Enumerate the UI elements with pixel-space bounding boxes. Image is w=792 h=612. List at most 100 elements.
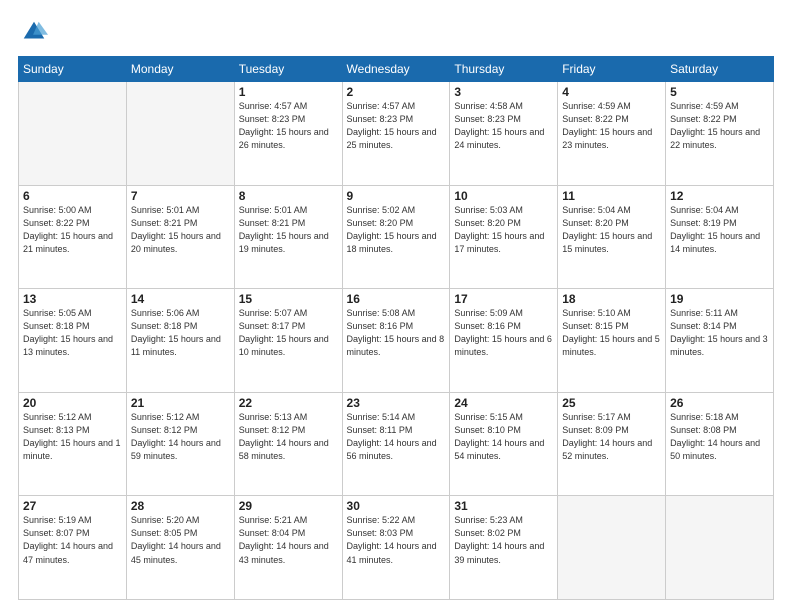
day-info: Sunrise: 5:04 AM Sunset: 8:20 PM Dayligh… [562, 204, 661, 256]
weekday-header: Thursday [450, 57, 558, 82]
calendar-day-cell: 2Sunrise: 4:57 AM Sunset: 8:23 PM Daylig… [342, 82, 450, 186]
day-number: 1 [239, 85, 338, 99]
day-info: Sunrise: 5:05 AM Sunset: 8:18 PM Dayligh… [23, 307, 122, 359]
calendar-day-cell: 9Sunrise: 5:02 AM Sunset: 8:20 PM Daylig… [342, 185, 450, 289]
day-number: 5 [670, 85, 769, 99]
weekday-header: Tuesday [234, 57, 342, 82]
calendar-day-cell: 25Sunrise: 5:17 AM Sunset: 8:09 PM Dayli… [558, 392, 666, 496]
day-info: Sunrise: 5:04 AM Sunset: 8:19 PM Dayligh… [670, 204, 769, 256]
day-info: Sunrise: 4:57 AM Sunset: 8:23 PM Dayligh… [347, 100, 446, 152]
day-number: 25 [562, 396, 661, 410]
day-number: 3 [454, 85, 553, 99]
day-number: 12 [670, 189, 769, 203]
day-info: Sunrise: 5:12 AM Sunset: 8:12 PM Dayligh… [131, 411, 230, 463]
calendar-day-cell: 6Sunrise: 5:00 AM Sunset: 8:22 PM Daylig… [19, 185, 127, 289]
day-number: 18 [562, 292, 661, 306]
day-number: 28 [131, 499, 230, 513]
calendar-day-cell: 15Sunrise: 5:07 AM Sunset: 8:17 PM Dayli… [234, 289, 342, 393]
calendar-day-cell: 20Sunrise: 5:12 AM Sunset: 8:13 PM Dayli… [19, 392, 127, 496]
calendar-day-cell: 23Sunrise: 5:14 AM Sunset: 8:11 PM Dayli… [342, 392, 450, 496]
day-number: 15 [239, 292, 338, 306]
calendar-day-cell [558, 496, 666, 600]
day-info: Sunrise: 5:17 AM Sunset: 8:09 PM Dayligh… [562, 411, 661, 463]
calendar-day-cell: 5Sunrise: 4:59 AM Sunset: 8:22 PM Daylig… [666, 82, 774, 186]
day-info: Sunrise: 5:21 AM Sunset: 8:04 PM Dayligh… [239, 514, 338, 566]
weekday-header: Saturday [666, 57, 774, 82]
calendar-day-cell: 13Sunrise: 5:05 AM Sunset: 8:18 PM Dayli… [19, 289, 127, 393]
day-number: 4 [562, 85, 661, 99]
calendar-day-cell [666, 496, 774, 600]
calendar-table: SundayMondayTuesdayWednesdayThursdayFrid… [18, 56, 774, 600]
day-info: Sunrise: 5:10 AM Sunset: 8:15 PM Dayligh… [562, 307, 661, 359]
day-number: 14 [131, 292, 230, 306]
day-number: 6 [23, 189, 122, 203]
day-info: Sunrise: 5:18 AM Sunset: 8:08 PM Dayligh… [670, 411, 769, 463]
day-number: 20 [23, 396, 122, 410]
calendar-day-cell: 19Sunrise: 5:11 AM Sunset: 8:14 PM Dayli… [666, 289, 774, 393]
calendar-week-row: 27Sunrise: 5:19 AM Sunset: 8:07 PM Dayli… [19, 496, 774, 600]
day-info: Sunrise: 5:01 AM Sunset: 8:21 PM Dayligh… [239, 204, 338, 256]
day-info: Sunrise: 5:08 AM Sunset: 8:16 PM Dayligh… [347, 307, 446, 359]
day-info: Sunrise: 4:59 AM Sunset: 8:22 PM Dayligh… [670, 100, 769, 152]
day-info: Sunrise: 5:23 AM Sunset: 8:02 PM Dayligh… [454, 514, 553, 566]
day-number: 9 [347, 189, 446, 203]
day-info: Sunrise: 4:57 AM Sunset: 8:23 PM Dayligh… [239, 100, 338, 152]
calendar-day-cell: 22Sunrise: 5:13 AM Sunset: 8:12 PM Dayli… [234, 392, 342, 496]
day-number: 23 [347, 396, 446, 410]
calendar-day-cell: 26Sunrise: 5:18 AM Sunset: 8:08 PM Dayli… [666, 392, 774, 496]
day-number: 10 [454, 189, 553, 203]
calendar-day-cell: 3Sunrise: 4:58 AM Sunset: 8:23 PM Daylig… [450, 82, 558, 186]
day-info: Sunrise: 5:20 AM Sunset: 8:05 PM Dayligh… [131, 514, 230, 566]
weekday-header: Wednesday [342, 57, 450, 82]
day-number: 21 [131, 396, 230, 410]
day-info: Sunrise: 5:01 AM Sunset: 8:21 PM Dayligh… [131, 204, 230, 256]
day-info: Sunrise: 5:14 AM Sunset: 8:11 PM Dayligh… [347, 411, 446, 463]
calendar-day-cell: 11Sunrise: 5:04 AM Sunset: 8:20 PM Dayli… [558, 185, 666, 289]
day-info: Sunrise: 5:07 AM Sunset: 8:17 PM Dayligh… [239, 307, 338, 359]
calendar-day-cell: 17Sunrise: 5:09 AM Sunset: 8:16 PM Dayli… [450, 289, 558, 393]
header [18, 18, 774, 46]
day-number: 19 [670, 292, 769, 306]
calendar-week-row: 6Sunrise: 5:00 AM Sunset: 8:22 PM Daylig… [19, 185, 774, 289]
day-info: Sunrise: 5:22 AM Sunset: 8:03 PM Dayligh… [347, 514, 446, 566]
calendar-day-cell: 27Sunrise: 5:19 AM Sunset: 8:07 PM Dayli… [19, 496, 127, 600]
day-info: Sunrise: 5:03 AM Sunset: 8:20 PM Dayligh… [454, 204, 553, 256]
calendar-day-cell: 30Sunrise: 5:22 AM Sunset: 8:03 PM Dayli… [342, 496, 450, 600]
day-number: 26 [670, 396, 769, 410]
day-info: Sunrise: 5:06 AM Sunset: 8:18 PM Dayligh… [131, 307, 230, 359]
calendar-week-row: 20Sunrise: 5:12 AM Sunset: 8:13 PM Dayli… [19, 392, 774, 496]
weekday-header: Monday [126, 57, 234, 82]
calendar-week-row: 13Sunrise: 5:05 AM Sunset: 8:18 PM Dayli… [19, 289, 774, 393]
calendar-day-cell [126, 82, 234, 186]
calendar-day-cell: 7Sunrise: 5:01 AM Sunset: 8:21 PM Daylig… [126, 185, 234, 289]
calendar-day-cell: 16Sunrise: 5:08 AM Sunset: 8:16 PM Dayli… [342, 289, 450, 393]
day-info: Sunrise: 5:02 AM Sunset: 8:20 PM Dayligh… [347, 204, 446, 256]
logo-icon [20, 18, 48, 46]
calendar-day-cell: 31Sunrise: 5:23 AM Sunset: 8:02 PM Dayli… [450, 496, 558, 600]
day-info: Sunrise: 5:09 AM Sunset: 8:16 PM Dayligh… [454, 307, 553, 359]
day-info: Sunrise: 5:00 AM Sunset: 8:22 PM Dayligh… [23, 204, 122, 256]
calendar-day-cell: 14Sunrise: 5:06 AM Sunset: 8:18 PM Dayli… [126, 289, 234, 393]
calendar-day-cell: 10Sunrise: 5:03 AM Sunset: 8:20 PM Dayli… [450, 185, 558, 289]
calendar-day-cell: 4Sunrise: 4:59 AM Sunset: 8:22 PM Daylig… [558, 82, 666, 186]
day-number: 22 [239, 396, 338, 410]
calendar-day-cell: 8Sunrise: 5:01 AM Sunset: 8:21 PM Daylig… [234, 185, 342, 289]
page: SundayMondayTuesdayWednesdayThursdayFrid… [0, 0, 792, 612]
day-number: 13 [23, 292, 122, 306]
calendar-day-cell: 12Sunrise: 5:04 AM Sunset: 8:19 PM Dayli… [666, 185, 774, 289]
calendar-week-row: 1Sunrise: 4:57 AM Sunset: 8:23 PM Daylig… [19, 82, 774, 186]
day-info: Sunrise: 5:12 AM Sunset: 8:13 PM Dayligh… [23, 411, 122, 463]
weekday-header: Friday [558, 57, 666, 82]
day-info: Sunrise: 5:19 AM Sunset: 8:07 PM Dayligh… [23, 514, 122, 566]
day-info: Sunrise: 4:59 AM Sunset: 8:22 PM Dayligh… [562, 100, 661, 152]
day-number: 17 [454, 292, 553, 306]
day-number: 11 [562, 189, 661, 203]
day-number: 16 [347, 292, 446, 306]
day-info: Sunrise: 5:13 AM Sunset: 8:12 PM Dayligh… [239, 411, 338, 463]
day-info: Sunrise: 4:58 AM Sunset: 8:23 PM Dayligh… [454, 100, 553, 152]
day-number: 31 [454, 499, 553, 513]
day-number: 24 [454, 396, 553, 410]
logo [18, 18, 52, 46]
calendar-day-cell: 1Sunrise: 4:57 AM Sunset: 8:23 PM Daylig… [234, 82, 342, 186]
day-number: 30 [347, 499, 446, 513]
